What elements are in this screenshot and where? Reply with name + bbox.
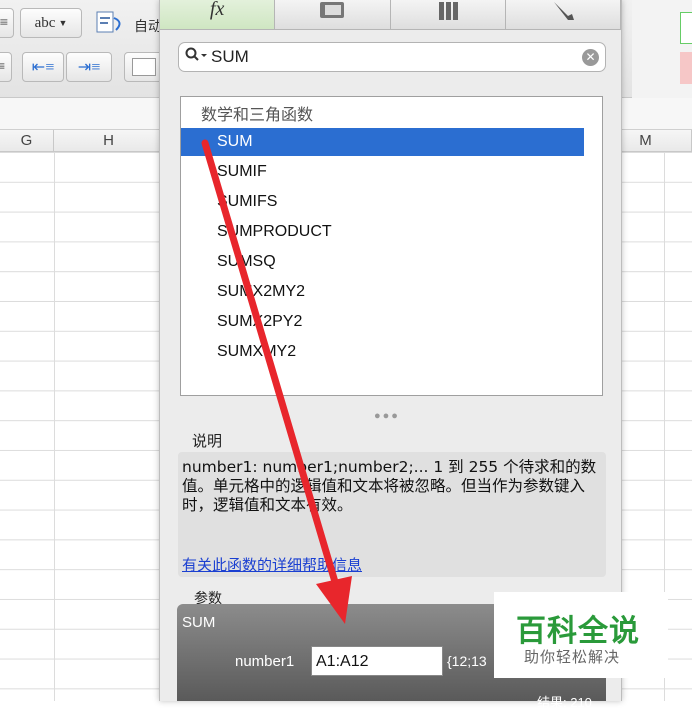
watermark-title: 百科全说: [516, 614, 640, 649]
arrow-head: [316, 576, 352, 624]
watermark-subtitle: 助你轻松解决: [524, 648, 621, 666]
watermark: 百科全说 助你轻松解决: [494, 592, 668, 678]
arrow-shaft: [201, 139, 342, 596]
